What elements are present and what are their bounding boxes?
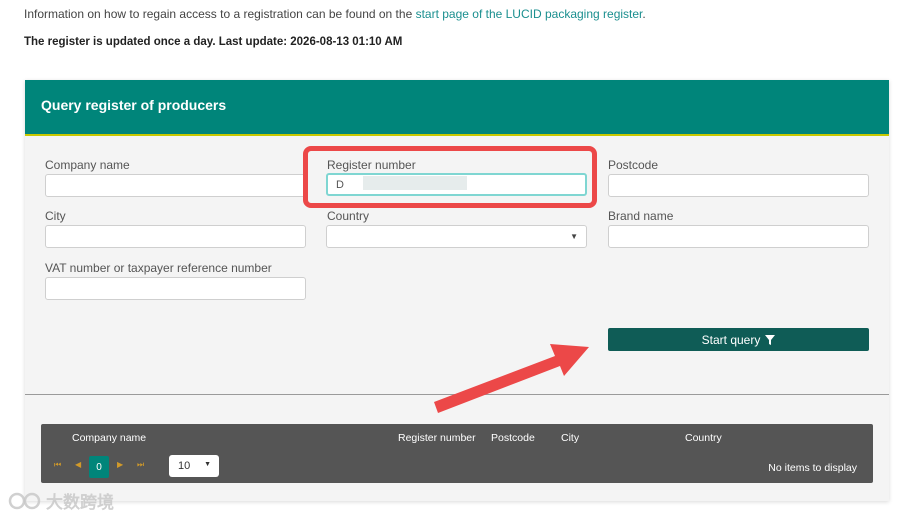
chevron-down-icon: ▼ [570,232,578,241]
info-suffix: . [642,7,646,21]
no-items-text: No items to display [768,462,857,474]
column-header-postcode[interactable]: Postcode [491,432,535,444]
company-name-label: Company name [45,158,130,172]
last-page-icon[interactable]: ⏭ [137,460,144,470]
info-text: Information on how to regain access to a… [24,7,416,21]
lucid-start-page-link[interactable]: start page of the LUCID packaging regist… [416,7,643,21]
panel-title: Query register of producers [41,97,227,113]
highlight-annotation [303,146,597,208]
panel-divider [25,394,889,395]
postcode-label: Postcode [608,158,659,172]
company-name-input[interactable] [45,174,306,197]
filter-icon [765,334,776,345]
vat-input[interactable] [45,277,306,300]
watermark-text: 大数跨境 [46,493,114,512]
page-size-select[interactable]: 10 ▼ [169,455,219,477]
start-query-button[interactable]: Start query [608,328,869,351]
current-page[interactable]: 0 [89,456,109,478]
watermark-logo-icon [8,492,41,509]
column-header-country[interactable]: Country [685,432,722,444]
country-label: Country [327,209,370,223]
panel-header: Query register of producers [25,80,889,136]
column-header-register-number[interactable]: Register number [398,432,476,444]
page-size-value: 10 [178,460,191,472]
watermark: 大数跨境 [8,488,114,513]
query-panel: Query register of producers Company name… [25,80,889,501]
postcode-input[interactable] [608,174,869,197]
start-query-label: Start query [701,332,761,347]
chevron-down-icon: ▼ [204,461,211,468]
column-header-city[interactable]: City [561,432,579,444]
prev-page-icon[interactable]: ◀ [75,460,81,469]
city-label: City [45,209,66,223]
info-line: Information on how to regain access to a… [24,7,646,21]
column-header-company-name[interactable]: Company name [72,432,146,444]
vat-label: VAT number or taxpayer reference number [45,261,272,275]
city-input[interactable] [45,225,306,248]
country-select[interactable]: ▼ [326,225,587,248]
brand-name-label: Brand name [608,209,674,223]
last-update-text: The register is updated once a day. Last… [24,36,403,48]
first-page-icon[interactable]: ⏮ [54,460,61,470]
next-page-icon[interactable]: ▶ [117,460,123,469]
brand-name-input[interactable] [608,225,869,248]
results-grid: Company name Register number Postcode Ci… [41,424,873,483]
